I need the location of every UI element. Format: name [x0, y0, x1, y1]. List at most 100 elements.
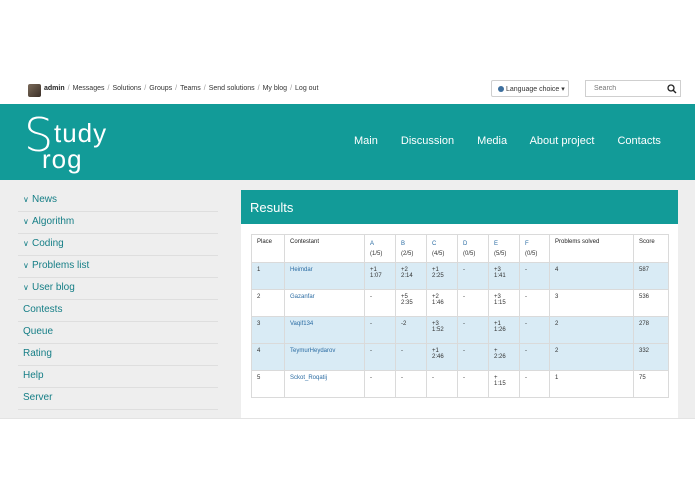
problem-cell: -	[457, 370, 489, 398]
problem-cell: +1:15	[488, 370, 520, 398]
solved-cell: 4	[549, 262, 634, 290]
sidebar-item-server[interactable]: Server	[18, 388, 218, 410]
chevron-down-icon: ∨	[23, 195, 29, 204]
nav-discussion[interactable]: Discussion	[401, 135, 454, 147]
chevron-down-icon: ∨	[23, 261, 29, 270]
place-cell: 2	[251, 289, 285, 317]
column-header-problem-b[interactable]: B (2/5)	[395, 234, 427, 263]
place-cell: 3	[251, 316, 285, 344]
column-header-problems-solved: Problems solved	[549, 234, 634, 263]
problem-cell: +2:26	[488, 343, 520, 371]
sidebar-item-queue[interactable]: Queue	[18, 322, 218, 344]
search-icon[interactable]	[667, 84, 677, 94]
place-cell: 1	[251, 262, 285, 290]
problem-cell: +3 1:41	[488, 262, 520, 290]
problem-cell: +3 1:52	[426, 316, 458, 344]
nav-main[interactable]: Main	[354, 135, 378, 147]
solutions-link[interactable]: Solutions	[112, 85, 141, 92]
sidebar-item-contests[interactable]: Contests	[18, 300, 218, 322]
sidebar-item-coding[interactable]: ∨ Coding	[18, 234, 218, 256]
problem-cell: +1 2:25	[426, 262, 458, 290]
sidebar-item-news[interactable]: ∨ News	[18, 190, 218, 212]
score-cell: 332	[633, 343, 669, 371]
score-cell: 587	[633, 262, 669, 290]
solved-cell: 1	[549, 370, 634, 398]
studyprog-logo[interactable]: S tudy rog	[24, 112, 134, 174]
sidebar-item-user-blog[interactable]: ∨ User blog	[18, 278, 218, 300]
problem-cell: -	[457, 262, 489, 290]
problem-cell: -	[364, 343, 396, 371]
search-box	[585, 80, 681, 97]
contestant-link[interactable]: Sckot_Roqatij	[284, 370, 365, 398]
table-row: 2 Gazanfar - +5 2:35 +2 1:46 - +3 1:15 - 3 …	[251, 289, 669, 317]
problem-cell: +5 2:35	[395, 289, 427, 317]
solved-cell: 2	[549, 316, 634, 344]
groups-link[interactable]: Groups	[149, 85, 172, 92]
footer-divider	[0, 418, 695, 419]
solved-cell: 2	[549, 343, 634, 371]
place-cell: 4	[251, 343, 285, 371]
results-table: Place Contestant A (1/5) B (2/5) C (4/5) D(…	[251, 234, 669, 398]
column-header-problem-f[interactable]: F (0/5)	[519, 234, 550, 263]
search-input[interactable]	[586, 81, 670, 96]
main-nav: Main Discussion Media About project Cont…	[354, 135, 681, 147]
logout-link[interactable]: Log out	[295, 85, 318, 92]
contestant-link[interactable]: Vaqif134	[284, 316, 365, 344]
sidebar-item-help[interactable]: Help	[18, 366, 218, 388]
top-user-bar: admin / Messages / Solutions / Groups / Teams / Se…	[0, 78, 695, 102]
contestant-link[interactable]: Heimdar	[284, 262, 365, 290]
send-solutions-link[interactable]: Send solutions	[209, 85, 255, 92]
avatar[interactable]	[28, 84, 41, 97]
table-row: 5 Sckot_Roqatij - - - - +1:15 - 1 75	[251, 370, 669, 398]
place-cell: 5	[251, 370, 285, 398]
sidebar-item-rating[interactable]: Rating	[18, 344, 218, 366]
column-header-problem-c[interactable]: C (4/5)	[426, 234, 458, 263]
column-header-problem-d[interactable]: D (0/5)	[457, 234, 489, 263]
problem-cell: +1 2:46	[426, 343, 458, 371]
username-link[interactable]: admin	[44, 85, 65, 92]
messages-link[interactable]: Messages	[73, 85, 105, 92]
results-title: Results	[241, 190, 678, 224]
problem-cell: -	[519, 370, 550, 398]
score-cell: 536	[633, 289, 669, 317]
nav-media[interactable]: Media	[477, 135, 507, 147]
teams-link[interactable]: Teams	[180, 85, 201, 92]
problem-cell: -	[457, 343, 489, 371]
problem-cell: -	[426, 370, 458, 398]
column-header-problem-a[interactable]: A (1/5)	[364, 234, 396, 263]
solved-cell: 3	[549, 289, 634, 317]
nav-contacts[interactable]: Contacts	[617, 135, 660, 147]
problem-cell: -2	[395, 316, 427, 344]
table-row: 3 Vaqif134 - -2 +3 1:52 - +1 1:26 - 2 278	[251, 316, 669, 344]
sidebar-item-problems-list[interactable]: ∨ Problems list	[18, 256, 218, 278]
problem-cell: -	[364, 370, 396, 398]
globe-icon	[498, 86, 504, 92]
problem-cell: -	[395, 370, 427, 398]
problem-cell: +1 1:07	[364, 262, 396, 290]
chevron-down-icon: ∨	[23, 217, 29, 226]
score-cell: 75	[633, 370, 669, 398]
user-links: admin / Messages / Solutions / Groups / Teams / Se…	[44, 85, 319, 92]
sidebar-item-algorithm[interactable]: ∨ Algorithm	[18, 212, 218, 234]
language-choice-label: Language choice	[506, 86, 560, 93]
problem-cell: -	[364, 289, 396, 317]
contestant-link[interactable]: Gazanfar	[284, 289, 365, 317]
problem-cell: -	[519, 262, 550, 290]
problem-cell: -	[457, 289, 489, 317]
problem-cell: -	[395, 343, 427, 371]
problem-cell: -	[519, 289, 550, 317]
column-header-problem-e[interactable]: E (5/5)	[488, 234, 520, 263]
problem-cell: +2 1:46	[426, 289, 458, 317]
language-choice-button[interactable]: Language choice ▾	[491, 80, 569, 97]
problem-cell: -	[519, 343, 550, 371]
problem-cell: +2 2:14	[395, 262, 427, 290]
my-blog-link[interactable]: My blog	[263, 85, 288, 92]
problem-cell: +3 1:15	[488, 289, 520, 317]
problem-cell: -	[364, 316, 396, 344]
problem-cell: -	[519, 316, 550, 344]
nav-about-project[interactable]: About project	[530, 135, 595, 147]
score-cell: 278	[633, 316, 669, 344]
site-header: S tudy rog Main Discussion Media About p…	[0, 104, 695, 180]
chevron-down-icon: ∨	[23, 239, 29, 248]
contestant-link[interactable]: TeymurHeydarov	[284, 343, 365, 371]
